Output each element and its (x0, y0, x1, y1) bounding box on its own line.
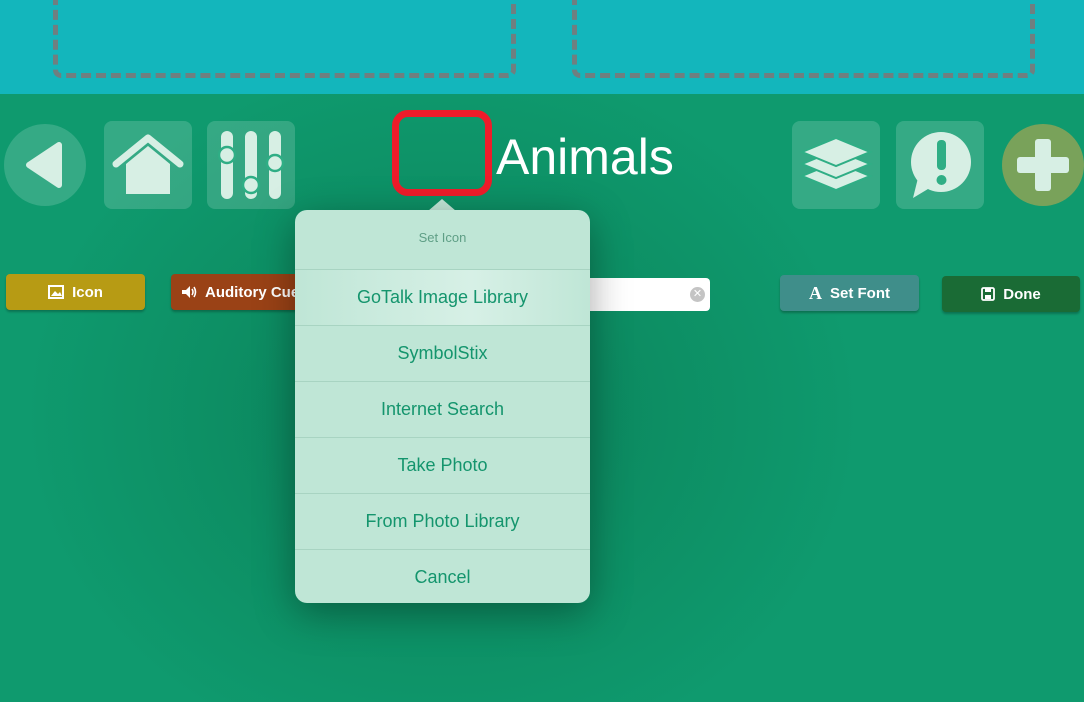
set-icon-popover: Set Icon GoTalk Image Library SymbolStix… (295, 210, 590, 603)
save-icon (981, 287, 996, 301)
menu-item-internet-search[interactable]: Internet Search (295, 382, 590, 438)
sliders-icon (217, 131, 285, 199)
top-bar (0, 0, 1084, 94)
layers-button[interactable] (792, 121, 880, 209)
done-button[interactable]: Done (942, 276, 1080, 312)
speaker-icon (182, 286, 197, 298)
settings-button[interactable] (207, 121, 295, 209)
plus-icon (1017, 139, 1069, 191)
empty-slot-left[interactable] (53, 0, 516, 78)
add-button-glyph (1002, 124, 1084, 206)
done-label: Done (1003, 285, 1041, 303)
set-font-button[interactable]: A Set Font (780, 275, 919, 311)
page-title: Animals (496, 129, 674, 185)
auditory-cue-label: Auditory Cue (205, 283, 300, 301)
menu-item-from-photo-library[interactable]: From Photo Library (295, 494, 590, 550)
font-icon: A (809, 282, 822, 303)
set-font-label: Set Font (830, 284, 890, 302)
image-icon (48, 285, 65, 299)
auditory-cue-button[interactable]: Auditory Cue (171, 274, 311, 310)
icon-button[interactable]: Icon (6, 274, 145, 310)
back-button[interactable] (4, 124, 86, 206)
menu-item-cancel[interactable]: Cancel (295, 550, 590, 603)
menu-item-symbolstix[interactable]: SymbolStix (295, 326, 590, 382)
empty-slot-right[interactable] (572, 0, 1035, 78)
set-icon-target[interactable] (392, 110, 492, 196)
speech-alert-icon (911, 132, 971, 198)
menu-item-gotalk-image-library[interactable]: GoTalk Image Library (295, 270, 590, 326)
menu-item-take-photo[interactable]: Take Photo (295, 438, 590, 494)
icon-button-label: Icon (72, 283, 103, 301)
home-icon (112, 134, 184, 194)
triangle-left-icon (26, 142, 62, 188)
popover-title: Set Icon (295, 210, 590, 270)
alert-button[interactable] (896, 121, 984, 209)
home-button[interactable] (104, 121, 192, 209)
clear-text-icon[interactable]: ✕ (690, 287, 705, 302)
layers-icon (799, 136, 873, 192)
